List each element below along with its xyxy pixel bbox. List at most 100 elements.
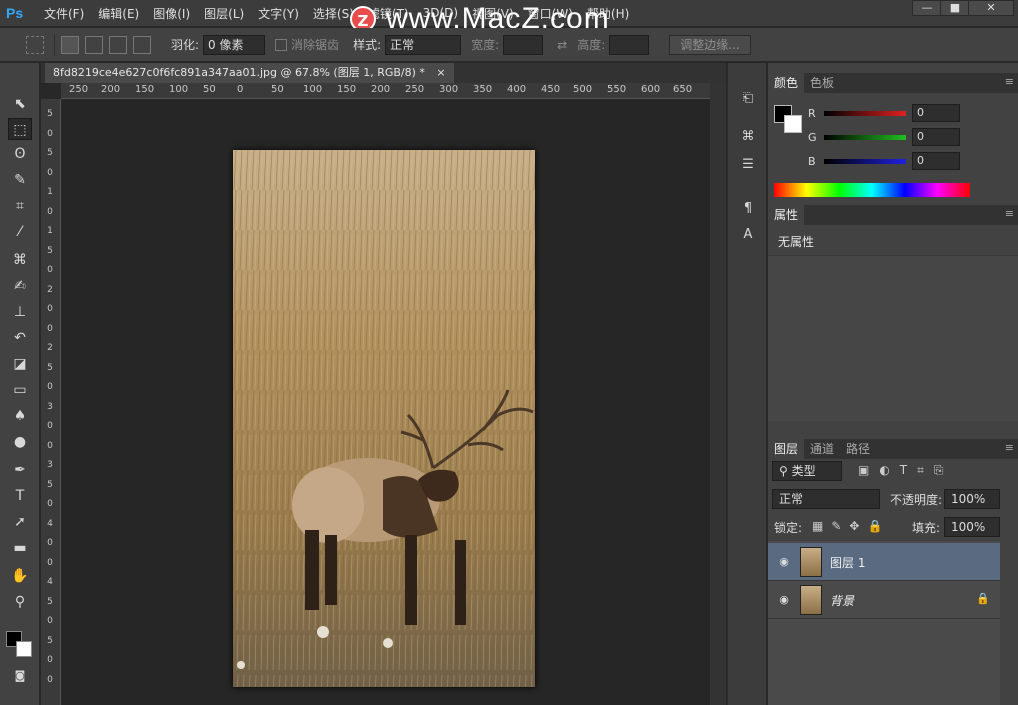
green-value[interactable]: 0 — [912, 128, 960, 146]
panel-menu-icon[interactable]: ≡ — [1005, 75, 1014, 88]
clone-stamp-tool-icon[interactable]: ⊥ — [8, 301, 32, 323]
width-input[interactable] — [503, 34, 544, 55]
ruler-label: 5 — [47, 596, 53, 607]
tab-color[interactable]: 颜色 — [768, 73, 805, 93]
tab-properties[interactable]: 属性 — [768, 205, 805, 225]
crop-tool-icon[interactable]: ⌗ — [8, 195, 32, 217]
tab-channels[interactable]: 通道 — [804, 439, 840, 459]
history-brush-tool-icon[interactable]: ↶ — [8, 327, 32, 349]
character-panel-icon[interactable]: A — [738, 225, 758, 245]
lock-icons[interactable]: ▦✎✥🔒 — [812, 519, 890, 533]
color-spectrum-ramp[interactable] — [774, 183, 970, 197]
blue-value[interactable]: 0 — [912, 152, 960, 170]
add-selection-icon[interactable] — [85, 35, 103, 54]
subtract-selection-icon[interactable] — [109, 35, 127, 54]
eraser-tool-icon[interactable]: ◪ — [8, 353, 32, 375]
opacity-input[interactable]: 100% — [944, 489, 1000, 509]
document-tab-close-icon[interactable]: × — [436, 66, 445, 79]
background-color-swatch[interactable] — [16, 641, 32, 657]
color-background-swatch[interactable] — [784, 115, 802, 133]
history-panel-icon[interactable]: ⎗ — [738, 89, 758, 109]
red-slider[interactable] — [824, 110, 906, 116]
maximize-button[interactable]: ■ — [940, 0, 970, 16]
lasso-tool-icon[interactable]: ʘ — [8, 143, 32, 165]
minimize-button[interactable]: — — [912, 0, 942, 16]
menu-image[interactable]: 图像(I) — [153, 5, 190, 22]
path-select-tool-icon[interactable]: ➚ — [8, 511, 32, 533]
paragraph-panel-icon[interactable]: ¶ — [738, 199, 758, 219]
ruler-label: 200 — [371, 84, 391, 95]
layers-panel-tabs: 图层 通道 路径 ≡ — [768, 439, 1018, 459]
ruler-label: 50 — [271, 84, 284, 95]
visibility-eye-icon[interactable]: ◉ — [776, 592, 792, 608]
ruler-label: 0 — [47, 323, 53, 334]
antialias-checkbox[interactable] — [275, 38, 288, 51]
document-tab[interactable]: 8fd8219ce4e627c0f6fc891a347aa01.jpg @ 67… — [45, 63, 454, 83]
zoom-tool-icon[interactable]: ⚲ — [8, 591, 32, 613]
tab-swatches[interactable]: 色板 — [804, 73, 840, 93]
panel-menu-icon[interactable]: ≡ — [1005, 441, 1014, 454]
quick-mask-icon[interactable]: ◙ — [8, 665, 32, 687]
layer-name[interactable]: 背景 — [830, 592, 854, 609]
brush-panel-icon[interactable]: ⌘ — [738, 127, 758, 147]
healing-brush-tool-icon[interactable]: ⌘ — [8, 249, 32, 271]
blur-tool-icon[interactable]: ♠ — [8, 405, 32, 427]
brush-tool-icon[interactable]: ✍ — [8, 275, 32, 297]
menu-edit[interactable]: 编辑(E) — [98, 5, 139, 22]
visibility-eye-icon[interactable]: ◉ — [776, 554, 792, 570]
style-select[interactable]: 正常 — [385, 34, 462, 55]
gradient-tool-icon[interactable]: ▭ — [8, 379, 32, 401]
layer-filter-kind[interactable]: ⚲ 类型 — [772, 461, 842, 481]
move-tool-icon[interactable]: ⬉ — [8, 93, 32, 115]
ruler-label: 0 — [47, 616, 53, 626]
marquee-preset-icon[interactable] — [26, 35, 44, 54]
adjustments-panel-icon[interactable]: ☰ — [738, 155, 758, 175]
layer-name[interactable]: 图层 1 — [830, 554, 865, 571]
green-channel-row: G 0 — [808, 127, 960, 147]
ruler-label: 250 — [69, 84, 89, 95]
red-value[interactable]: 0 — [912, 104, 960, 122]
tab-layers[interactable]: 图层 — [768, 439, 805, 459]
height-input[interactable] — [609, 34, 650, 55]
color-panel-tabs: 颜色 色板 ≡ — [768, 73, 1018, 93]
layer-row[interactable]: ◉ 图层 1 — [768, 543, 1000, 581]
opacity-label: 不透明度: — [890, 493, 943, 507]
photoshop-logo: Ps — [6, 5, 24, 21]
ruler-label: 200 — [101, 84, 121, 95]
vertical-scrollbar[interactable] — [710, 83, 726, 705]
panel-menu-icon[interactable]: ≡ — [1005, 207, 1014, 220]
menu-layer[interactable]: 图层(L) — [204, 5, 244, 22]
quick-select-tool-icon[interactable]: ✎ — [8, 169, 32, 191]
elk-photo — [233, 150, 535, 687]
layer-row[interactable]: ◉ 背景 🔒 — [768, 581, 1000, 619]
intersect-selection-icon[interactable] — [133, 35, 151, 54]
ruler-label: 100 — [169, 84, 189, 95]
ruler-label: 600 — [641, 84, 661, 95]
rectangle-tool-icon[interactable]: ▬ — [8, 537, 32, 559]
hand-tool-icon[interactable]: ✋ — [8, 565, 32, 587]
tab-paths[interactable]: 路径 — [840, 439, 876, 459]
pen-tool-icon[interactable]: ✒ — [8, 459, 32, 481]
menu-select[interactable]: 选择(S) — [313, 5, 354, 22]
new-selection-icon[interactable] — [61, 35, 79, 54]
close-button[interactable]: ✕ — [968, 0, 1014, 16]
menu-file[interactable]: 文件(F) — [44, 5, 84, 22]
eyedropper-tool-icon[interactable]: ⁄ — [8, 221, 32, 243]
swap-icon[interactable]: ⇄ — [557, 38, 567, 52]
feather-input[interactable]: 0 像素 — [203, 34, 266, 55]
dodge-tool-icon[interactable]: ● — [8, 431, 32, 453]
type-tool-icon[interactable]: T — [8, 485, 32, 507]
green-slider[interactable] — [824, 134, 906, 140]
blend-mode-select[interactable]: 正常 — [772, 489, 880, 509]
layer-filter-icons[interactable]: ▣◐T⌗⎘ — [858, 463, 954, 478]
canvas-image[interactable] — [233, 150, 535, 687]
marquee-tool-icon[interactable]: ⬚ — [8, 118, 32, 140]
tools-panel: ⬉ ⬚ ʘ ✎ ⌗ ⁄ ⌘ ✍ ⊥ ↶ ◪ ▭ ♠ ● ✒ T ➚ ▬ ✋ ⚲ … — [0, 63, 40, 705]
refine-edge-button[interactable]: 调整边缘... — [669, 34, 751, 55]
fill-input[interactable]: 100% — [944, 517, 1000, 537]
blue-slider[interactable] — [824, 158, 906, 164]
ruler-horizontal: 250 200 150 100 50 0 50 100 150 200 250 … — [61, 83, 711, 99]
menu-type[interactable]: 文字(Y) — [258, 5, 299, 22]
ruler-label: 5 — [47, 479, 53, 490]
ruler-label: 250 — [405, 84, 425, 95]
